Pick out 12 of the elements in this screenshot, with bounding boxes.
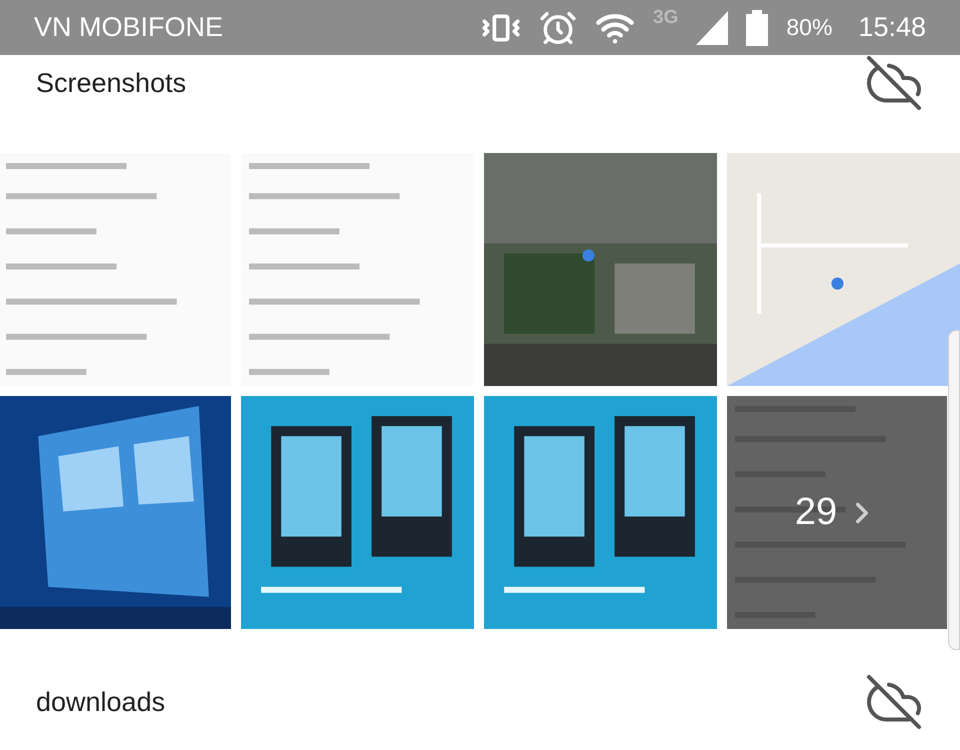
signal-icon bbox=[696, 10, 728, 44]
battery-icon bbox=[746, 10, 768, 46]
more-overlay[interactable]: 29 bbox=[727, 396, 947, 629]
album-title[interactable]: downloads bbox=[36, 682, 166, 722]
carrier-name: VN MOBIFONE bbox=[34, 11, 224, 44]
scroll-handle[interactable] bbox=[948, 330, 960, 650]
album-title[interactable]: Screenshots bbox=[36, 62, 186, 104]
clock: 15:48 bbox=[858, 11, 926, 44]
battery-percent: 80% bbox=[786, 13, 832, 42]
cloud-off-icon[interactable] bbox=[864, 53, 924, 113]
cloud-off-icon[interactable] bbox=[864, 672, 924, 732]
more-count: 29 bbox=[794, 490, 838, 535]
